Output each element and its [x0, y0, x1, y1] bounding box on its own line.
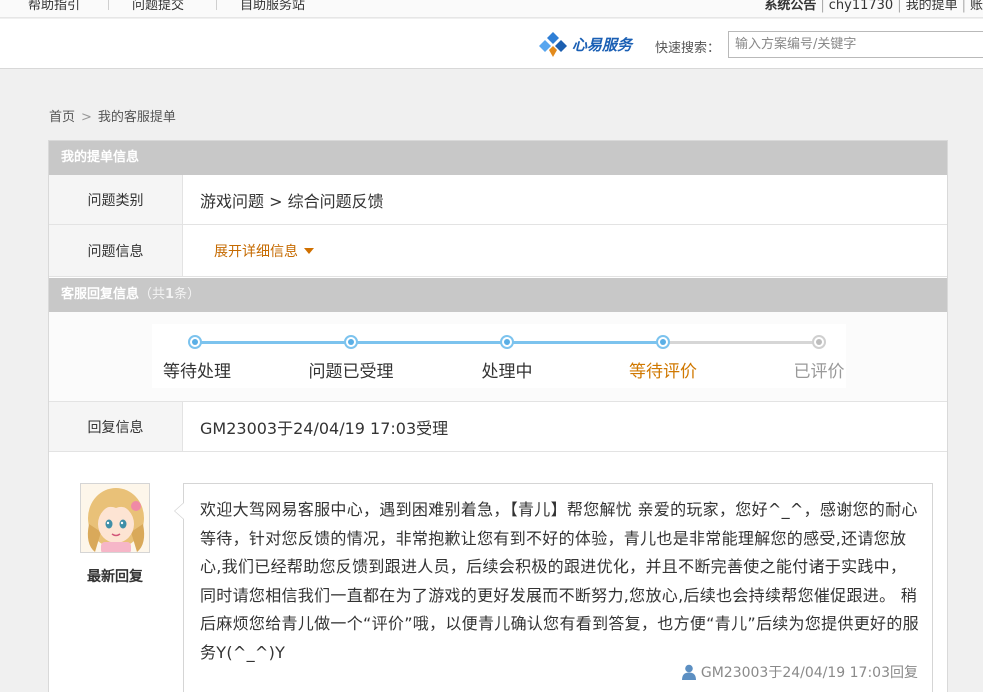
header: 心易服务 快速搜索：: [0, 19, 983, 69]
progress-step-label: 等待处理: [163, 362, 231, 382]
breadcrumb-arrow-icon: >: [81, 110, 92, 125]
nav-self-service[interactable]: 自助服务站: [240, 0, 305, 13]
breadcrumb: 首页 > 我的客服提单: [49, 106, 176, 125]
username-link[interactable]: chy11730: [829, 0, 893, 13]
issue-info-value: 展开详细信息: [200, 225, 314, 276]
logo-text: 心易服务: [572, 35, 633, 54]
reply-count-number: 1: [165, 287, 175, 302]
progress-track-segment: [663, 341, 819, 344]
expand-details-label: 展开详细信息: [214, 243, 298, 260]
nav-divider: [216, 0, 217, 10]
top-nav: 帮助指引 问题提交 自助服务站 系统公告 | chy11730 | 我的提单 | 账: [0, 0, 983, 18]
section-header-reply-info: 客服回复信息（共1条）: [49, 278, 947, 312]
logo-mark-icon: [539, 32, 567, 57]
nav-divider: [108, 0, 109, 10]
progress-step-dot: [500, 335, 514, 349]
avatar-caption: 最新回复: [87, 569, 143, 585]
bubble-pointer: [174, 502, 184, 520]
reply-info-value: GM23003于24/04/19 17:03受理: [200, 418, 449, 438]
search-label: 快速搜索：: [655, 41, 721, 56]
progress-track-segment: [351, 341, 507, 344]
nav-submit-issue[interactable]: 问题提交: [132, 0, 184, 13]
issue-info-label: 问题信息: [49, 225, 183, 276]
progress-step-label: 等待评价: [629, 362, 697, 382]
row-issue-info: 问题信息 展开详细信息: [49, 225, 947, 277]
girl-avatar-icon: [81, 484, 149, 552]
expand-details-link[interactable]: 展开详细信息: [214, 241, 314, 261]
account-link[interactable]: 账: [970, 0, 983, 13]
logo[interactable]: 心易服务: [539, 29, 632, 59]
reply-count-prefix: （共: [139, 287, 166, 302]
row-category: 问题类别 游戏问题 > 综合问题反馈: [49, 175, 947, 225]
reply-info-label: 回复信息: [49, 402, 183, 451]
reply-message: 欢迎大驾网易客服中心，遇到困难别着急，【青儿】帮您解忧 亲爱的玩家，您好^_^，…: [200, 500, 919, 662]
caret-down-icon: [304, 247, 314, 254]
reply-footer: GM23003于24/04/19 17:03回复: [681, 662, 918, 682]
progress-track-segment: [507, 341, 663, 344]
reply-footer-text: GM23003于24/04/19 17:03回复: [700, 665, 918, 681]
section-title: 客服回复信息: [61, 287, 140, 302]
progress-step-dot: [344, 335, 358, 349]
progress-step-dot: [188, 335, 202, 349]
my-tickets-link[interactable]: 我的提单: [906, 0, 958, 13]
row-reply-info: 回复信息 GM23003于24/04/19 17:03受理: [49, 402, 947, 452]
nav-help-guide[interactable]: 帮助指引: [28, 0, 80, 13]
search-input[interactable]: [728, 31, 983, 58]
section-header-ticket-info: 我的提单信息: [49, 141, 947, 175]
avatar: [80, 483, 150, 553]
progress-step-dot: [656, 335, 670, 349]
user-icon: [681, 664, 696, 680]
breadcrumb-home[interactable]: 首页: [49, 110, 75, 125]
reply-count-suffix: 条）: [174, 287, 201, 302]
progress-step-dot: [812, 335, 826, 349]
category-value: 游戏问题 > 综合问题反馈: [200, 191, 384, 211]
progress-area: 等待处理 问题已受理 处理中 等待评价 已评价: [49, 312, 947, 402]
progress-step-label: 已评价: [793, 362, 845, 382]
breadcrumb-current: 我的客服提单: [97, 110, 176, 125]
ticket-panel: 我的提单信息 问题类别 游戏问题 > 综合问题反馈 问题信息 展开详细信息 客服…: [48, 140, 948, 692]
reply-bubble: 欢迎大驾网易客服中心，遇到困难别着急，【青儿】帮您解忧 亲爱的玩家，您好^_^，…: [174, 483, 933, 692]
progress-step-label: 问题已受理: [308, 362, 394, 382]
section-title: 我的提单信息: [61, 150, 140, 165]
category-label: 问题类别: [49, 175, 183, 224]
top-nav-right: 系统公告 | chy11730 | 我的提单 | 账: [764, 0, 983, 13]
progress-track-segment: [195, 341, 351, 344]
announcement-link[interactable]: 系统公告: [764, 0, 816, 13]
reply-count: （共1条）: [139, 287, 200, 302]
progress-tracker: 等待处理 问题已受理 处理中 等待评价 已评价: [152, 324, 846, 388]
progress-step-label: 处理中: [481, 362, 533, 382]
